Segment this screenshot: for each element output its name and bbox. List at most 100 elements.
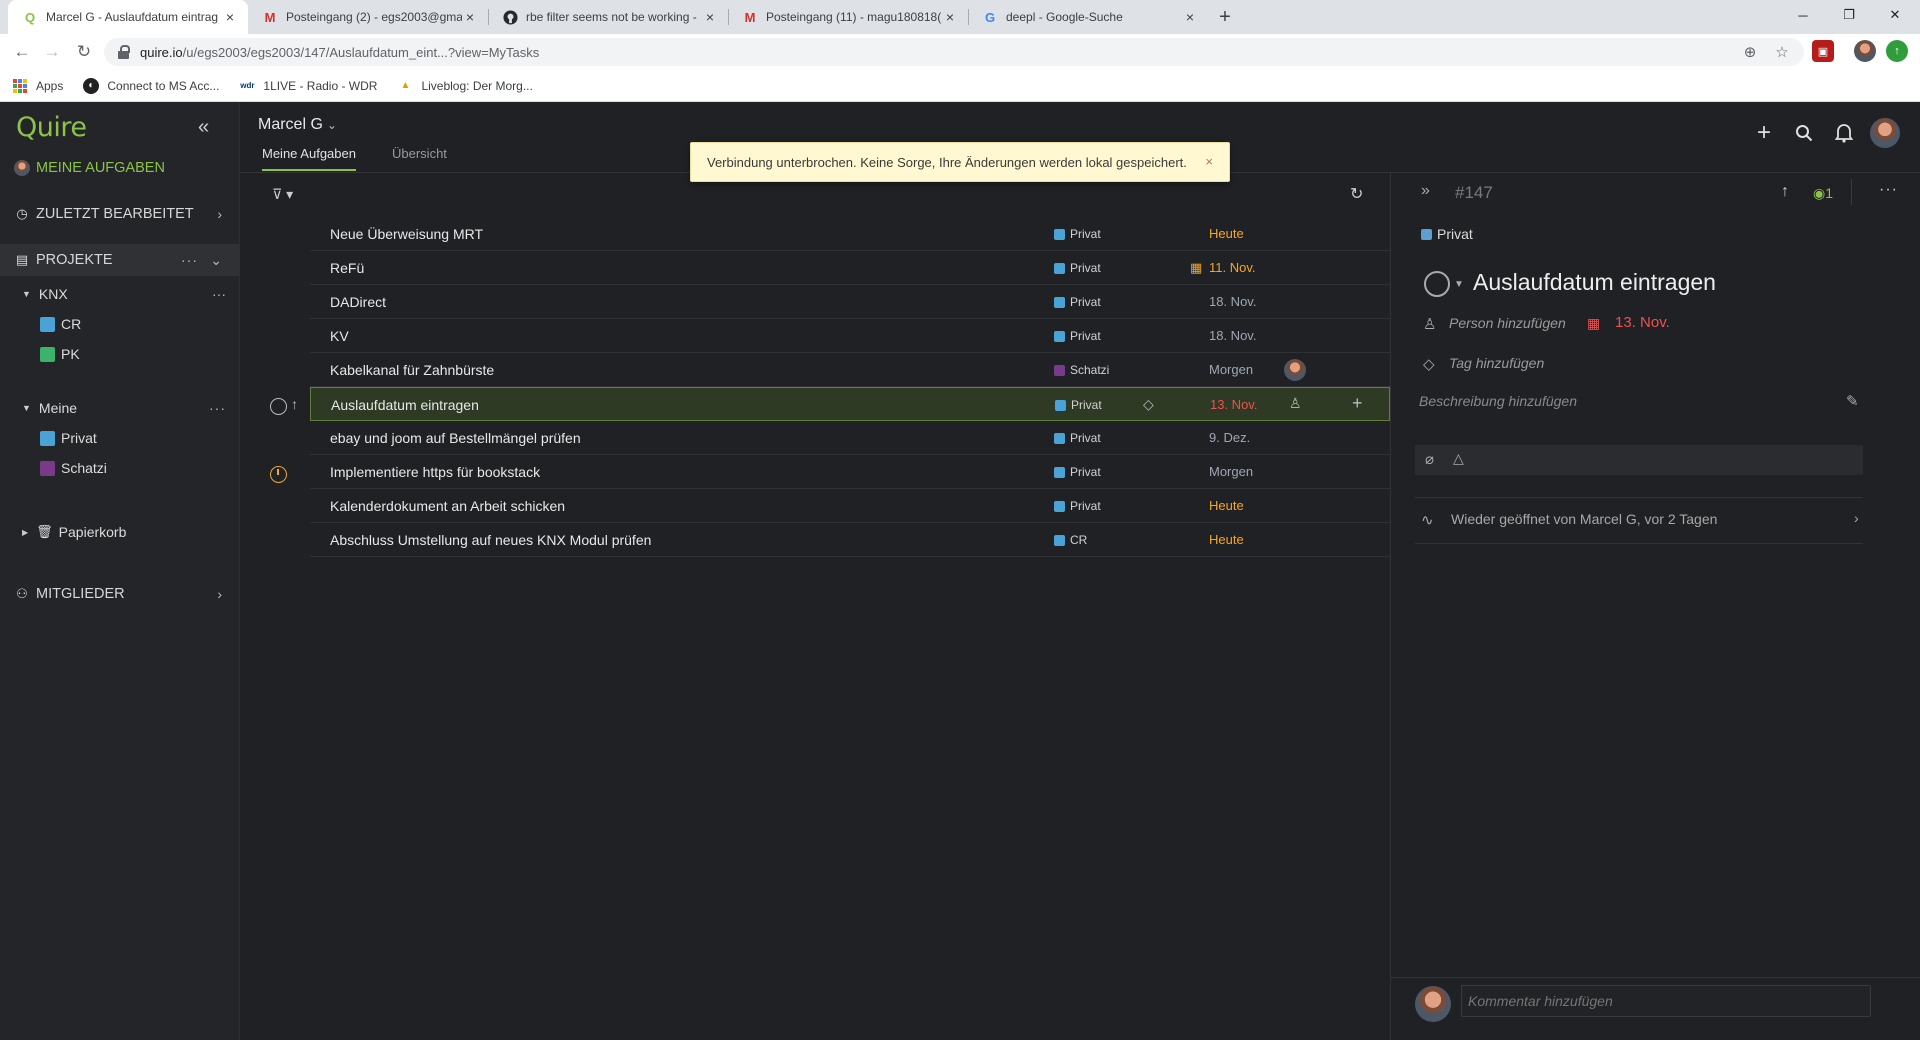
forward-button[interactable]: → xyxy=(40,40,64,64)
task-row[interactable]: Abschluss Umstellung auf neues KNX Modul… xyxy=(310,523,1390,557)
comment-input[interactable] xyxy=(1461,985,1871,1017)
close-tab-icon[interactable]: × xyxy=(222,9,238,25)
restore-button[interactable]: ❐ xyxy=(1826,0,1872,30)
task-row[interactable]: Neue Überweisung MRT Privat Heute xyxy=(310,217,1390,251)
tab-overview[interactable]: Übersicht xyxy=(392,146,447,169)
activity-entry[interactable]: Wieder geöffnet von Marcel G, vor 2 Tage… xyxy=(1451,511,1717,527)
add-tag-button[interactable]: Tag hinzufügen xyxy=(1449,355,1544,371)
add-person-button[interactable]: Person hinzufügen xyxy=(1449,315,1566,331)
task-project[interactable]: CR xyxy=(1054,533,1087,547)
close-window-button[interactable]: ✕ xyxy=(1872,0,1918,30)
collapse-sidebar-icon[interactable]: « xyxy=(198,116,209,139)
extension-icon[interactable]: ▣ xyxy=(1812,40,1834,62)
add-person-icon[interactable]: ♙ xyxy=(1289,395,1302,412)
refresh-icon[interactable]: ↻ xyxy=(1350,184,1363,204)
task-name[interactable]: Kalenderdokument an Arbeit schicken xyxy=(330,498,565,514)
task-due-date[interactable]: 13. Nov. xyxy=(1210,397,1257,412)
sidebar-item-members[interactable]: ⚇ MITGLIEDER › xyxy=(0,578,240,610)
paperclip-icon[interactable]: ⌀ xyxy=(1425,450,1434,468)
minimize-button[interactable]: ─ xyxy=(1780,0,1826,30)
task-name[interactable]: ReFü xyxy=(330,260,364,276)
more-icon[interactable]: ··· xyxy=(212,286,226,302)
tab-my-tasks[interactable]: Meine Aufgaben xyxy=(262,146,356,171)
task-status-circle[interactable] xyxy=(1424,271,1450,297)
close-tab-icon[interactable]: × xyxy=(462,9,478,25)
task-row[interactable]: ReFü Privat ▦ 11. Nov. xyxy=(310,251,1390,285)
arrow-up-icon[interactable]: ↑ xyxy=(291,396,298,412)
browser-tab-quire[interactable]: Q Marcel G - Auslaufdatum eintrag × xyxy=(8,0,248,34)
task-project[interactable]: Privat xyxy=(1054,295,1101,309)
task-project[interactable]: Privat xyxy=(1054,499,1101,513)
task-row[interactable]: Kabelkanal für Zahnbürste Schatzi Morgen xyxy=(310,353,1390,387)
bookmark-wdr[interactable]: wdr 1LIVE - Radio - WDR xyxy=(239,78,377,94)
search-icon[interactable] xyxy=(1791,120,1817,146)
task-title[interactable]: Auslaufdatum eintragen xyxy=(1473,269,1716,296)
bell-icon[interactable] xyxy=(1831,120,1857,146)
sidebar-item-cr[interactable]: CR xyxy=(0,310,240,338)
more-icon[interactable]: ··· xyxy=(181,252,198,268)
task-name[interactable]: Neue Überweisung MRT xyxy=(330,226,483,242)
task-row[interactable]: KV Privat 18. Nov. xyxy=(310,319,1390,353)
task-due-date[interactable]: Heute xyxy=(1209,498,1244,513)
add-subtask-icon[interactable]: + xyxy=(1352,393,1363,414)
close-tab-icon[interactable]: × xyxy=(942,9,958,25)
drive-icon[interactable]: △ xyxy=(1453,450,1464,467)
sidebar-item-trash[interactable]: ▶ 🗑 Papierkorb xyxy=(0,518,240,546)
close-icon[interactable]: × xyxy=(1205,154,1213,169)
caret-down-icon[interactable]: ▼ xyxy=(1454,279,1464,290)
task-name[interactable]: Abschluss Umstellung auf neues KNX Modul… xyxy=(330,532,651,548)
task-status-circle[interactable] xyxy=(270,398,287,415)
task-project[interactable]: Privat xyxy=(1055,398,1102,412)
task-name[interactable]: Kabelkanal für Zahnbürste xyxy=(330,362,494,378)
more-icon[interactable]: ··· xyxy=(209,400,226,416)
task-project[interactable]: Privat xyxy=(1054,227,1101,241)
chevron-right-icon[interactable]: › xyxy=(1854,510,1859,526)
pencil-icon[interactable]: ✎ xyxy=(1846,392,1859,410)
sidebar-item-privat[interactable]: Privat xyxy=(0,424,240,452)
task-row[interactable]: ebay und joom auf Bestellmängel prüfen P… xyxy=(310,421,1390,455)
add-icon[interactable]: + xyxy=(1751,119,1777,146)
back-button[interactable]: ← xyxy=(10,40,34,64)
task-row-selected[interactable]: Auslaufdatum eintragen Privat ◇ 13. Nov.… xyxy=(310,387,1390,421)
browser-tab-gmail-2[interactable]: M Posteingang (11) - magu180818( × xyxy=(728,0,968,34)
user-menu[interactable]: Marcel G ⌄ xyxy=(258,116,337,134)
sidebar-item-pk[interactable]: PK xyxy=(0,340,240,368)
task-row[interactable]: DADirect Privat 18. Nov. xyxy=(310,285,1390,319)
close-tab-icon[interactable]: × xyxy=(1182,9,1198,25)
task-project[interactable]: Schatzi xyxy=(1054,363,1109,377)
add-icon[interactable]: ⊕ xyxy=(1740,42,1760,62)
collapse-panel-icon[interactable]: » xyxy=(1421,182,1430,200)
due-date[interactable]: 13. Nov. xyxy=(1615,314,1670,331)
profile-avatar[interactable] xyxy=(1854,40,1876,62)
task-due-date[interactable]: 18. Nov. xyxy=(1209,294,1256,309)
task-row[interactable]: Implementiere https für bookstack Privat… xyxy=(310,455,1390,489)
sidebar-item-my-tasks[interactable]: MEINE AUFGABEN xyxy=(0,152,240,184)
filter-icon[interactable]: ⊽ ▾ xyxy=(272,186,293,203)
close-tab-icon[interactable]: × xyxy=(702,9,718,25)
task-due-date[interactable]: Morgen xyxy=(1209,362,1253,377)
sidebar-item-schatzi[interactable]: Schatzi xyxy=(0,454,240,482)
arrow-up-icon[interactable]: ↑ xyxy=(1781,183,1789,201)
task-name[interactable]: DADirect xyxy=(330,294,386,310)
watchers[interactable]: ◉1 xyxy=(1813,185,1833,202)
task-name[interactable]: Auslaufdatum eintragen xyxy=(331,397,479,413)
more-icon[interactable]: ··· xyxy=(1879,181,1898,199)
browser-tab-github[interactable]: rbe filter seems not be working - × xyxy=(488,0,728,34)
task-project[interactable]: Privat xyxy=(1054,431,1101,445)
reload-button[interactable]: ↻ xyxy=(72,40,96,64)
task-due-date[interactable]: Morgen xyxy=(1209,464,1253,479)
task-project[interactable]: Privat xyxy=(1054,465,1101,479)
sidebar-group-meine[interactable]: ▼ Meine ··· xyxy=(0,394,240,422)
tag-icon[interactable]: ◇ xyxy=(1143,396,1154,413)
task-row[interactable]: Kalenderdokument an Arbeit schicken Priv… xyxy=(310,489,1390,523)
task-due-date[interactable]: 9. Dez. xyxy=(1209,430,1250,445)
browser-tab-google[interactable]: G deepl - Google-Suche × xyxy=(968,0,1208,34)
detail-project[interactable]: Privat xyxy=(1421,226,1473,242)
bookmark-ms[interactable]: ◐ Connect to MS Acc... xyxy=(83,77,219,94)
assignee-avatar[interactable] xyxy=(1284,359,1306,381)
bookmark-apps[interactable]: Apps xyxy=(12,78,63,94)
sidebar-item-projects[interactable]: ▤ PROJEKTE ··· ⌄ xyxy=(0,244,240,276)
quire-logo[interactable]: Quire xyxy=(16,112,87,143)
task-due-date[interactable]: Heute xyxy=(1209,226,1244,241)
user-avatar[interactable] xyxy=(1870,118,1900,148)
